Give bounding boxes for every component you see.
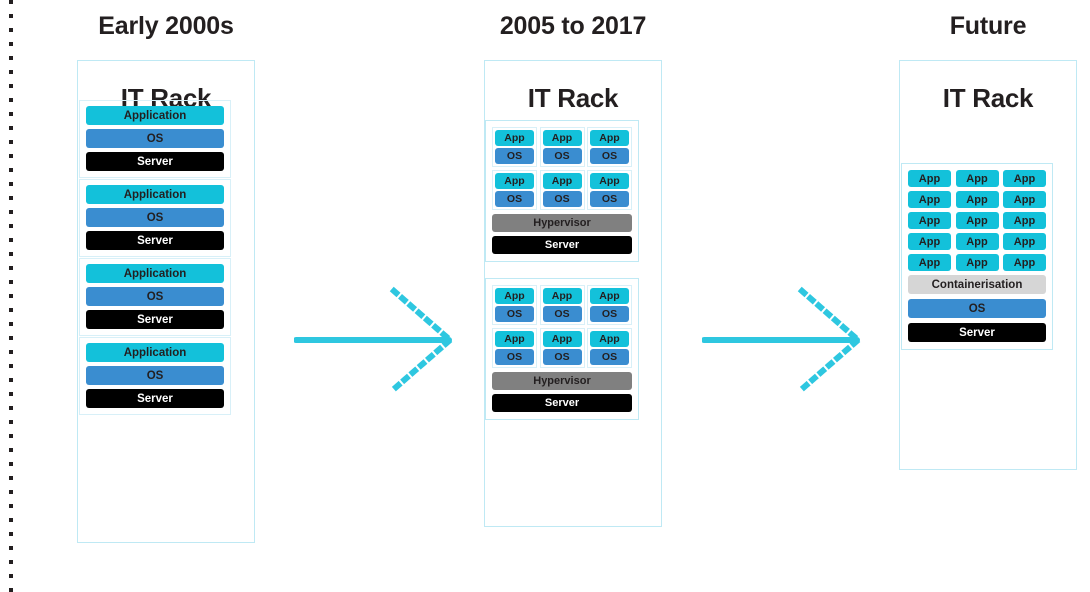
os-bar: OS (908, 299, 1046, 318)
vertical-dotted-rule (9, 0, 13, 592)
os-bar: OS (542, 148, 582, 164)
os-bar: OS (86, 129, 224, 148)
app-bar: App (495, 331, 534, 347)
app-row: App App App (908, 254, 1046, 271)
column-early-2000s: Early 2000s IT Rack Application OS Serve… (66, 0, 266, 543)
os-bar: OS (590, 306, 629, 322)
server-group: Application OS Server (79, 258, 231, 336)
early-server-groups: Application OS Server Application OS Ser… (79, 100, 231, 416)
hypervisor-group: App OS App OS App OS App OS App OS App O… (485, 278, 639, 420)
app-row: App App App (908, 170, 1046, 187)
os-bar: OS (542, 349, 582, 365)
app-row: App App App (908, 212, 1046, 229)
app-row: App App App (908, 233, 1046, 250)
app-bar: App (1003, 254, 1046, 271)
hypervisor-bar: Hypervisor (492, 214, 632, 232)
app-bar: App (955, 191, 999, 208)
rack-label-mid: IT Rack (527, 83, 619, 113)
os-bar: OS (495, 306, 534, 322)
app-bar: App (495, 288, 534, 304)
column-title-2005-to-2017: 2005 to 2017 (499, 12, 647, 40)
app-bar: App (590, 331, 629, 347)
app-bar: App (955, 170, 999, 187)
containerisation-bar: Containerisation (908, 275, 1046, 294)
app-bar: App (542, 331, 582, 347)
application-bar: Application (86, 343, 224, 362)
os-bar: OS (86, 287, 224, 306)
server-bar: Server (86, 152, 224, 171)
app-bar: App (590, 288, 629, 304)
hypervisor-bar: Hypervisor (492, 372, 632, 390)
os-bar: OS (542, 191, 582, 207)
server-bar: Server (492, 394, 632, 412)
server-group: Application OS Server (79, 179, 231, 257)
server-bar: Server (86, 310, 224, 329)
server-group: Application OS Server (79, 100, 231, 178)
app-bar: App (542, 130, 582, 146)
hypervisor-groups: App OS App OS App OS App OS App OS App O… (485, 120, 639, 436)
os-bar: OS (495, 349, 534, 365)
arrow-early-to-mid (294, 286, 454, 394)
vm-cell: App OS (587, 170, 632, 210)
app-bar: App (908, 212, 951, 229)
app-bar: App (1003, 233, 1046, 250)
os-bar: OS (542, 306, 582, 322)
vm-cell: App OS (492, 285, 537, 325)
app-bar: App (955, 233, 999, 250)
server-bar: Server (86, 389, 224, 408)
vm-row: App OS App OS App OS (492, 285, 632, 325)
app-bar: App (495, 173, 534, 189)
app-bar: App (1003, 191, 1046, 208)
app-bar: App (955, 212, 999, 229)
arrow-mid-to-future (702, 286, 862, 394)
os-bar: OS (590, 191, 629, 207)
vm-cell: App OS (492, 127, 537, 167)
os-bar: OS (86, 366, 224, 385)
vm-cell: App OS (492, 170, 537, 210)
os-bar: OS (86, 208, 224, 227)
app-bar: App (908, 191, 951, 208)
vm-cell: App OS (492, 328, 537, 368)
server-bar: Server (908, 323, 1046, 342)
app-bar: App (495, 130, 534, 146)
container-stack: App App App App App App App App App App … (901, 163, 1053, 350)
vm-cell: App OS (587, 127, 632, 167)
app-bar: App (908, 254, 951, 271)
vm-row: App OS App OS App OS (492, 127, 632, 167)
application-bar: Application (86, 185, 224, 204)
app-bar: App (1003, 170, 1046, 187)
server-bar: Server (492, 236, 632, 254)
vm-cell: App OS (539, 170, 585, 210)
app-bar: App (908, 170, 951, 187)
vm-cell: App OS (587, 285, 632, 325)
column-title-future: Future (949, 12, 1027, 40)
rack-label-future: IT Rack (942, 83, 1034, 113)
app-bar: App (590, 173, 629, 189)
vm-row: App OS App OS App OS (492, 328, 632, 368)
vm-cell: App OS (539, 328, 585, 368)
column-title-early-2000s: Early 2000s (98, 12, 234, 40)
app-bar: App (590, 130, 629, 146)
vm-cell: App OS (539, 127, 585, 167)
vm-row: App OS App OS App OS (492, 170, 632, 210)
app-bar: App (955, 254, 999, 271)
app-bar: App (908, 233, 951, 250)
column-2005-to-2017: 2005 to 2017 IT Rack App OS App OS App O… (473, 0, 673, 527)
app-bar: App (542, 173, 582, 189)
app-bar: App (1003, 212, 1046, 229)
column-future: Future IT Rack App App App App App App A… (888, 0, 1088, 470)
os-bar: OS (495, 191, 534, 207)
app-bar: App (542, 288, 582, 304)
vm-cell: App OS (587, 328, 632, 368)
server-group: Application OS Server (79, 337, 231, 415)
os-bar: OS (590, 148, 629, 164)
os-bar: OS (590, 349, 629, 365)
vm-cell: App OS (539, 285, 585, 325)
server-bar: Server (86, 231, 224, 250)
application-bar: Application (86, 106, 224, 125)
hypervisor-group: App OS App OS App OS App OS App OS App O… (485, 120, 639, 262)
application-bar: Application (86, 264, 224, 283)
os-bar: OS (495, 148, 534, 164)
app-row: App App App (908, 191, 1046, 208)
